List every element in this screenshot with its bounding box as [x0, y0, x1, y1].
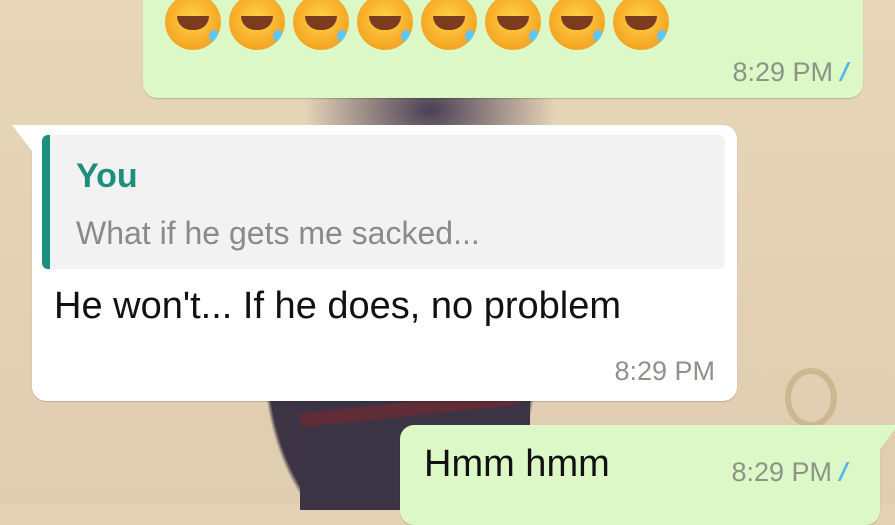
message-bubble-outgoing-emojis[interactable]: 8:29 PM //: [143, 0, 863, 98]
quote-text: What if he gets me sacked...: [76, 215, 480, 251]
message-bubble-outgoing-text[interactable]: Hmm hmm 8:29 PM //: [400, 425, 895, 525]
message-text: Hmm hmm: [424, 443, 610, 485]
quoted-message[interactable]: You What if he gets me sacked...: [42, 135, 725, 269]
tears-of-joy-emoji-icon: [485, 0, 541, 50]
quote-author: You: [76, 157, 138, 195]
message-bubble-incoming-reply[interactable]: You What if he gets me sacked... He won'…: [12, 125, 737, 401]
tears-of-joy-emoji-icon: [421, 0, 477, 50]
tears-of-joy-emoji-icon: [229, 0, 285, 50]
message-meta: 8:29 PM //: [731, 457, 848, 488]
message-time: 8:29 PM: [614, 356, 715, 386]
wallpaper-ornament: [785, 368, 837, 428]
message-time: 8:29 PM: [731, 457, 832, 487]
tears-of-joy-emoji-icon: [549, 0, 605, 50]
quote-accent-bar: [42, 135, 50, 269]
tears-of-joy-emoji-icon: [613, 0, 669, 50]
tears-of-joy-emoji-icon: [293, 0, 349, 50]
emoji-row: [165, 0, 669, 50]
message-time: 8:29 PM: [732, 57, 833, 87]
message-text: He won't... If he does, no problem: [54, 285, 622, 327]
tears-of-joy-emoji-icon: [165, 0, 221, 50]
message-meta: 8:29 PM: [614, 356, 715, 387]
message-meta: 8:29 PM //: [732, 57, 849, 88]
tears-of-joy-emoji-icon: [357, 0, 413, 50]
